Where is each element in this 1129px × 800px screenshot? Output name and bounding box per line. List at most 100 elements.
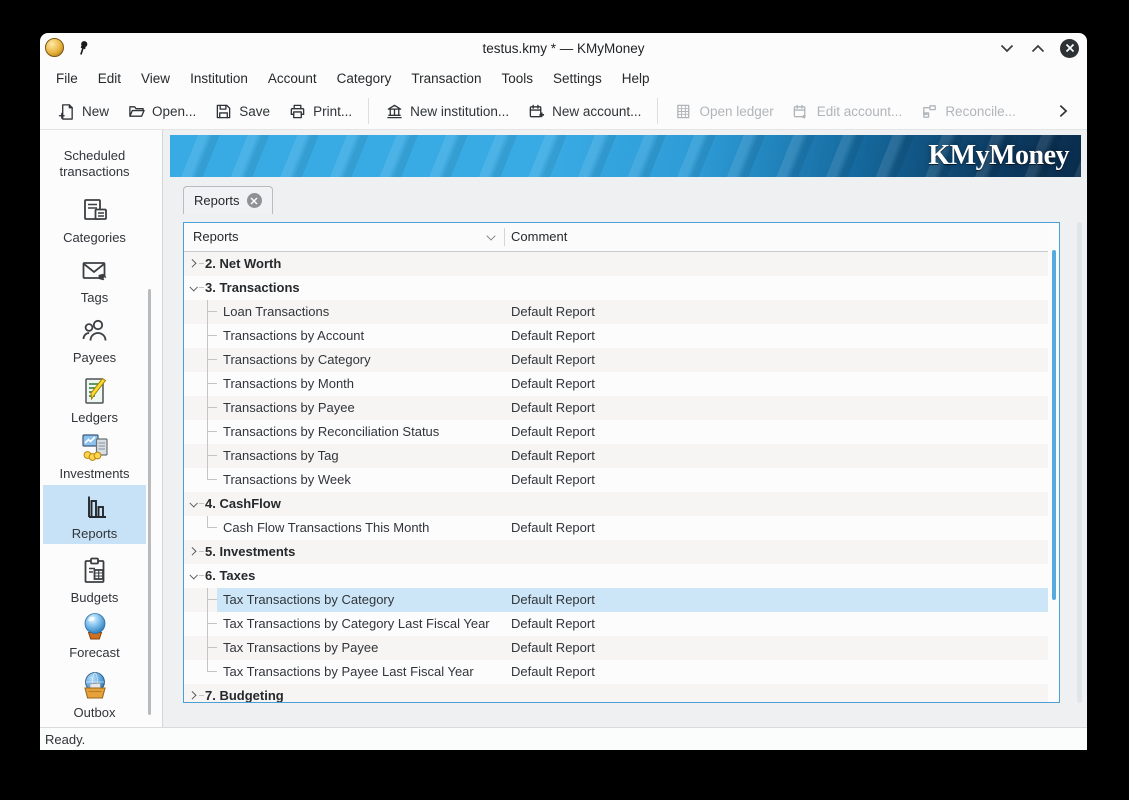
expanded-arrow-icon[interactable] <box>186 497 199 510</box>
report-group-row[interactable]: 5. Investments <box>184 540 1048 564</box>
report-row[interactable]: Transactions by AccountDefault Report <box>184 324 1048 348</box>
menu-file[interactable]: File <box>46 67 88 90</box>
report-row[interactable]: Transactions by MonthDefault Report <box>184 372 1048 396</box>
sidebar-item-ledgers[interactable]: Ledgers <box>44 373 145 426</box>
forecast-icon <box>79 610 111 642</box>
sidebar-item-scheduled-transactions[interactable]: Scheduled transactions <box>44 130 145 180</box>
print-icon <box>288 102 306 120</box>
report-name: Loan Transactions <box>223 300 329 324</box>
view-scrollbar-track[interactable] <box>1077 222 1082 703</box>
tree-branch-tick <box>208 335 217 336</box>
report-name: Transactions by Week <box>223 468 351 492</box>
report-cell[interactable]: Tax Transactions by PayeeDefault Report <box>217 636 1048 660</box>
sidebar-item-label: Reports <box>44 526 145 542</box>
pin-icon[interactable] <box>76 40 90 56</box>
menu-settings[interactable]: Settings <box>543 67 612 90</box>
tree-branch-line <box>207 396 208 420</box>
report-group-row[interactable]: 3. Transactions <box>184 276 1048 300</box>
report-row[interactable]: Cash Flow Transactions This MonthDefault… <box>184 516 1048 540</box>
expanded-arrow-icon[interactable] <box>186 569 199 582</box>
content-area: KMyMoney Reports Reports Comment 2 <box>163 130 1087 727</box>
report-cell[interactable]: Transactions by WeekDefault Report <box>217 468 1048 492</box>
toolbar-button-label: New institution... <box>410 104 509 119</box>
toolbar-button-new-account[interactable]: New account... <box>518 97 650 125</box>
report-cell[interactable]: Transactions by AccountDefault Report <box>217 324 1048 348</box>
column-header-reports[interactable]: Reports <box>193 223 239 251</box>
column-header-comment[interactable]: Comment <box>511 223 567 251</box>
report-row[interactable]: Tax Transactions by Category Last Fiscal… <box>184 612 1048 636</box>
calendar-edit-icon <box>792 102 810 120</box>
expanded-arrow-icon[interactable] <box>186 281 199 294</box>
report-group-row[interactable]: 4. CashFlow <box>184 492 1048 516</box>
report-cell[interactable]: Transactions by Reconciliation StatusDef… <box>217 420 1048 444</box>
kmymoney-window: testus.kmy * — KMyMoney FileEditViewInst… <box>40 33 1087 750</box>
close-tab-icon[interactable] <box>247 193 262 208</box>
toolbar-button-save[interactable]: Save <box>205 97 279 125</box>
new-document-icon <box>57 102 75 120</box>
report-row[interactable]: Tax Transactions by CategoryDefault Repo… <box>184 588 1048 612</box>
toolbar-button-new-institution[interactable]: New institution... <box>376 97 518 125</box>
report-group-row[interactable]: 2. Net Worth <box>184 252 1048 276</box>
maximize-icon[interactable] <box>1029 39 1047 57</box>
report-row[interactable]: Loan TransactionsDefault Report <box>184 300 1048 324</box>
report-cell[interactable]: Cash Flow Transactions This MonthDefault… <box>217 516 1048 540</box>
tree-branch-line <box>207 300 208 324</box>
report-comment: Default Report <box>511 324 595 348</box>
toolbar: NewOpen...SavePrint... New institution...… <box>40 93 1087 130</box>
column-separator[interactable] <box>504 228 505 246</box>
toolbar-button-print[interactable]: Print... <box>279 97 361 125</box>
sidebar-item-payees[interactable]: Payees <box>44 313 145 366</box>
sidebar-item-tags[interactable]: Tags <box>44 253 145 306</box>
report-comment: Default Report <box>511 444 595 468</box>
report-group-label: 6. Taxes <box>205 564 255 588</box>
report-row[interactable]: Transactions by TagDefault Report <box>184 444 1048 468</box>
close-icon[interactable] <box>1060 39 1079 58</box>
sidebar-item-categories[interactable]: Categories <box>44 193 145 246</box>
collapsed-arrow-icon[interactable] <box>186 257 199 270</box>
menu-account[interactable]: Account <box>258 67 327 90</box>
menu-transaction[interactable]: Transaction <box>401 67 491 90</box>
sidebar-item-investments[interactable]: Investments <box>44 429 145 482</box>
report-cell[interactable]: Tax Transactions by Category Last Fiscal… <box>217 612 1048 636</box>
report-row[interactable]: Transactions by WeekDefault Report <box>184 468 1048 492</box>
minimize-icon[interactable] <box>998 39 1016 57</box>
menu-help[interactable]: Help <box>612 67 660 90</box>
report-cell[interactable]: Transactions by MonthDefault Report <box>217 372 1048 396</box>
menu-view[interactable]: View <box>131 67 180 90</box>
collapsed-arrow-icon[interactable] <box>186 689 199 702</box>
report-cell[interactable]: Tax Transactions by Payee Last Fiscal Ye… <box>217 660 1048 684</box>
chevron <box>189 499 197 507</box>
sidebar-scrollbar[interactable] <box>148 289 151 715</box>
report-cell[interactable]: Transactions by CategoryDefault Report <box>217 348 1048 372</box>
table-vertical-scrollbar[interactable] <box>1052 250 1056 600</box>
tree-branch-tick <box>208 407 217 408</box>
sidebar-item-forecast[interactable]: Forecast <box>44 608 145 661</box>
report-cell[interactable]: Transactions by PayeeDefault Report <box>217 396 1048 420</box>
sidebar-item-outbox[interactable]: Outbox <box>44 668 145 721</box>
report-group-row[interactable]: 7. Budgeting <box>184 684 1048 702</box>
toolbar-button-open[interactable]: Open... <box>118 97 205 125</box>
report-cell[interactable]: Loan TransactionsDefault Report <box>217 300 1048 324</box>
report-row[interactable]: Tax Transactions by PayeeDefault Report <box>184 636 1048 660</box>
chevron-right-icon[interactable] <box>1051 99 1075 123</box>
tab-reports[interactable]: Reports <box>183 186 273 214</box>
reconcile-icon <box>920 102 938 120</box>
report-cell[interactable]: Transactions by TagDefault Report <box>217 444 1048 468</box>
menu-category[interactable]: Category <box>327 67 402 90</box>
menu-tools[interactable]: Tools <box>491 67 543 90</box>
sidebar-item-reports[interactable]: Reports <box>44 489 145 542</box>
menu-institution[interactable]: Institution <box>180 67 258 90</box>
toolbar-separator <box>368 98 369 124</box>
tree-branch-tick <box>208 671 217 672</box>
menu-edit[interactable]: Edit <box>88 67 131 90</box>
tree-branch-line <box>207 348 208 372</box>
sidebar-item-budgets[interactable]: Budgets <box>44 553 145 606</box>
report-group-row[interactable]: 6. Taxes <box>184 564 1048 588</box>
report-row[interactable]: Transactions by PayeeDefault Report <box>184 396 1048 420</box>
report-row[interactable]: Transactions by Reconciliation StatusDef… <box>184 420 1048 444</box>
collapsed-arrow-icon[interactable] <box>186 545 199 558</box>
selected-report-cell[interactable]: Tax Transactions by CategoryDefault Repo… <box>217 588 1048 612</box>
report-row[interactable]: Transactions by CategoryDefault Report <box>184 348 1048 372</box>
toolbar-button-new[interactable]: New <box>48 97 118 125</box>
report-row[interactable]: Tax Transactions by Payee Last Fiscal Ye… <box>184 660 1048 684</box>
